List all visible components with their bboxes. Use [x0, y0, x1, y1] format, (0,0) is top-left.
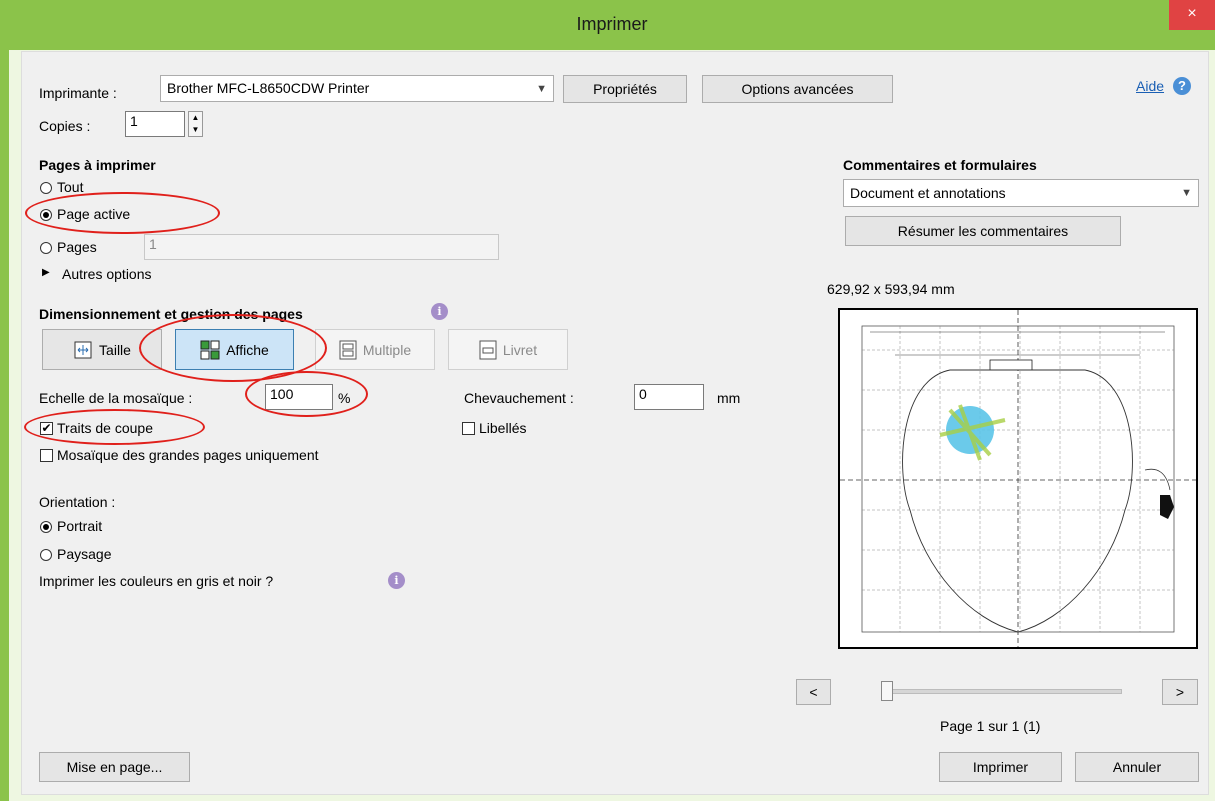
sizing-section-title: Dimensionnement et gestion des pages: [39, 306, 303, 322]
radio-active-page[interactable]: [40, 209, 52, 221]
grayscale-label: Imprimer les couleurs en gris et noir ?: [39, 573, 274, 589]
copies-input[interactable]: 1: [125, 111, 185, 137]
info-icon[interactable]: i: [431, 303, 448, 320]
radio-pages-label[interactable]: Pages: [57, 239, 97, 255]
page-slider-thumb[interactable]: [881, 681, 893, 701]
mode-multiple-label: Multiple: [362, 341, 412, 358]
resize-icon: [74, 341, 92, 358]
overlap-input[interactable]: 0: [634, 384, 704, 410]
title-bar: Imprimer ×: [9, 0, 1215, 50]
copies-stepper[interactable]: ▲ ▼: [188, 111, 203, 137]
help-icon[interactable]: ?: [1173, 77, 1191, 95]
radio-portrait[interactable]: [40, 521, 52, 533]
preview-image: [840, 310, 1196, 647]
multiple-pages-icon: [339, 340, 357, 359]
mode-poster-label: Affiche: [226, 341, 269, 358]
page-slider-track[interactable]: [884, 689, 1122, 694]
comments-select[interactable]: Document et annotations ▼: [843, 179, 1199, 207]
overlap-unit: mm: [717, 390, 741, 406]
pages-section-title: Pages à imprimer: [39, 157, 156, 173]
prev-page-button[interactable]: <: [796, 679, 831, 705]
tile-scale-input[interactable]: 100: [265, 384, 333, 410]
radio-landscape-label[interactable]: Paysage: [57, 546, 111, 562]
cut-marks-label[interactable]: Traits de coupe: [57, 420, 153, 436]
overlap-label: Chevauchement :: [464, 390, 574, 406]
page-indicator: Page 1 sur 1 (1): [940, 718, 1041, 734]
radio-landscape[interactable]: [40, 549, 52, 561]
printer-label: Imprimante :: [39, 85, 117, 101]
copies-label: Copies :: [39, 118, 91, 134]
mode-multiple-button[interactable]: Multiple: [315, 329, 435, 370]
poster-icon: [200, 340, 220, 359]
booklet-icon: [479, 340, 497, 359]
printer-value: Brother MFC-L8650CDW Printer: [167, 80, 370, 96]
paper-dimensions: 629,92 x 593,94 mm: [827, 281, 955, 297]
print-dialog: Imprimer × Imprimante : Brother MFC-L865…: [9, 0, 1215, 801]
properties-button[interactable]: Propriétés: [563, 75, 687, 103]
print-preview: [838, 308, 1198, 649]
cut-marks-checkbox[interactable]: ✔: [40, 422, 53, 435]
cancel-button[interactable]: Annuler: [1075, 752, 1199, 782]
large-pages-only-label[interactable]: Mosaïque des grandes pages uniquement: [57, 447, 319, 463]
radio-active-page-label[interactable]: Page active: [57, 206, 130, 222]
info-icon[interactable]: i: [388, 572, 405, 589]
large-pages-only-checkbox[interactable]: [40, 449, 53, 462]
orientation-label: Orientation :: [39, 494, 116, 510]
mode-booklet-button[interactable]: Livret: [448, 329, 568, 370]
tile-scale-label: Echelle de la mosaïque :: [39, 390, 193, 406]
printer-select[interactable]: Brother MFC-L8650CDW Printer ▼: [160, 75, 554, 102]
mode-size-button[interactable]: Taille: [42, 329, 162, 370]
mode-booklet-label: Livret: [502, 341, 538, 358]
dialog-body: Imprimante : Brother MFC-L8650CDW Printe…: [21, 51, 1209, 795]
print-button[interactable]: Imprimer: [939, 752, 1062, 782]
tile-scale-unit: %: [338, 390, 351, 406]
more-options-link[interactable]: Autres options: [62, 266, 152, 282]
expand-triangle-icon[interactable]: ▶: [42, 267, 50, 278]
radio-pages[interactable]: [40, 242, 52, 254]
comments-section-title: Commentaires et formulaires: [843, 157, 1037, 173]
mode-size-label: Taille: [99, 341, 131, 358]
radio-all[interactable]: [40, 182, 52, 194]
page-setup-button[interactable]: Mise en page...: [39, 752, 190, 782]
radio-all-label[interactable]: Tout: [57, 179, 83, 195]
labels-label[interactable]: Libellés: [479, 420, 526, 436]
window-title: Imprimer: [576, 14, 648, 34]
help-link[interactable]: Aide: [1136, 78, 1164, 94]
radio-portrait-label[interactable]: Portrait: [57, 518, 102, 534]
chevron-down-icon: ▼: [536, 82, 547, 95]
labels-checkbox[interactable]: [462, 422, 475, 435]
summarize-comments-button[interactable]: Résumer les commentaires: [845, 216, 1121, 246]
pages-range-input[interactable]: 1: [144, 234, 499, 260]
advanced-options-button[interactable]: Options avancées: [702, 75, 893, 103]
mode-poster-button[interactable]: Affiche: [175, 329, 294, 370]
comments-value: Document et annotations: [850, 185, 1006, 201]
close-button[interactable]: ×: [1169, 0, 1215, 30]
next-page-button[interactable]: >: [1162, 679, 1198, 705]
chevron-down-icon: ▼: [1181, 187, 1192, 199]
